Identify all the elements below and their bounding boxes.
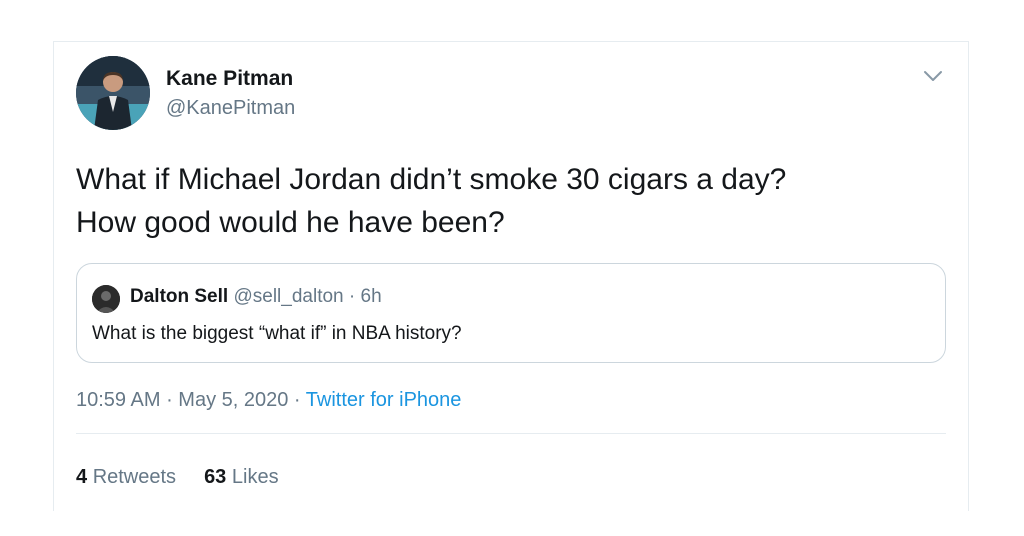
retweets-stat[interactable]: 4 Retweets (76, 466, 176, 488)
likes-stat[interactable]: 63 Likes (204, 466, 279, 488)
tweet-stats: 4 Retweets 63 Likes (76, 466, 279, 489)
quoted-tweet[interactable]: Dalton Sell @sell_dalton · 6h What is th… (76, 263, 946, 363)
quoted-separator: · (343, 286, 361, 307)
tweet-text-line: What if Michael Jordan didn’t smoke 30 c… (76, 163, 787, 196)
author-name[interactable]: Kane Pitman (166, 67, 293, 91)
author-avatar[interactable] (76, 56, 150, 130)
quoted-header: Dalton Sell @sell_dalton · 6h (130, 286, 382, 308)
retweets-label: Retweets (92, 466, 177, 488)
chevron-down-icon[interactable] (922, 68, 944, 84)
quoted-text: What is the biggest “what if” in NBA his… (92, 323, 462, 344)
tweet-meta: 10:59 AM · May 5, 2020 · Twitter for iPh… (76, 389, 461, 412)
author-handle[interactable]: @KanePitman (166, 97, 295, 120)
quoted-age: 6h (360, 286, 382, 307)
divider (76, 433, 946, 434)
meta-separator: · (160, 389, 179, 411)
likes-count: 63 (204, 466, 227, 488)
tweet-date[interactable]: May 5, 2020 (178, 389, 288, 411)
likes-label: Likes (231, 466, 279, 488)
tweet-time[interactable]: 10:59 AM (76, 389, 161, 411)
tweet-text-line: How good would he have been? (76, 206, 505, 239)
quoted-author-avatar (92, 285, 120, 313)
quoted-author-name: Dalton Sell (130, 286, 229, 307)
tweet-source-link[interactable]: Twitter for iPhone (306, 389, 462, 411)
retweets-count: 4 (76, 466, 88, 488)
tweet-text: What if Michael Jordan didn’t smoke 30 c… (76, 158, 946, 244)
quoted-author-handle: @sell_dalton (233, 286, 344, 307)
meta-separator: · (288, 389, 306, 411)
